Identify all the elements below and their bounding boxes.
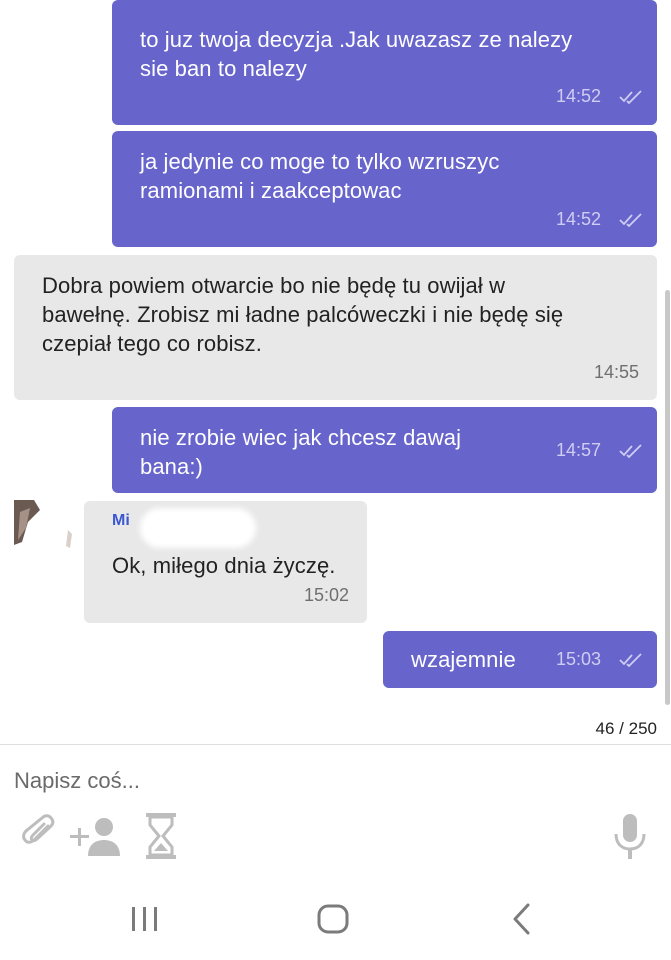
read-ticks-icon bbox=[619, 213, 642, 227]
message-bubble-incoming[interactable]: Dobra powiem otwarcie bo nie będę tu owi… bbox=[14, 255, 657, 400]
divider bbox=[0, 744, 671, 745]
recent-apps-icon[interactable] bbox=[131, 905, 159, 933]
hourglass-icon[interactable] bbox=[146, 813, 176, 859]
message-text: to juz twoja decyzja .Jak uwazasz ze nal… bbox=[140, 27, 573, 52]
avatar[interactable] bbox=[14, 500, 72, 560]
message-text: wzajemnie bbox=[411, 647, 516, 672]
message-text: sie ban to nalezy bbox=[140, 56, 307, 81]
message-text: Ok, miłego dnia życzę. bbox=[112, 553, 336, 578]
read-ticks-icon bbox=[619, 653, 642, 667]
scrollbar[interactable] bbox=[665, 290, 670, 705]
message-bubble-outgoing[interactable]: to juz twoja decyzja .Jak uwazasz ze nal… bbox=[112, 0, 657, 125]
message-text: ja jedynie co moge to tylko wzruszyc bbox=[140, 149, 500, 174]
read-ticks-icon bbox=[619, 444, 642, 458]
microphone-icon[interactable] bbox=[612, 814, 648, 860]
message-time: 15:02 bbox=[304, 585, 350, 605]
message-time: 14:52 bbox=[556, 86, 602, 106]
message-bubble-outgoing[interactable]: wzajemnie 15:03 bbox=[383, 631, 657, 688]
message-time: 14:55 bbox=[594, 362, 640, 382]
message-time: 14:57 bbox=[556, 440, 602, 460]
paperclip-icon[interactable] bbox=[20, 814, 58, 854]
home-icon[interactable] bbox=[317, 904, 349, 934]
character-counter: 46 / 250 bbox=[595, 719, 657, 738]
message-text: nie zrobie wiec jak chcesz dawaj bbox=[140, 425, 462, 450]
add-person-icon[interactable] bbox=[70, 816, 124, 856]
message-text: bana:) bbox=[140, 454, 203, 479]
sender-name: Mi bbox=[112, 512, 130, 529]
message-text: Dobra powiem otwarcie bo nie będę tu owi… bbox=[42, 273, 506, 298]
back-icon[interactable] bbox=[510, 903, 532, 935]
message-time: 14:52 bbox=[556, 209, 602, 229]
redaction-mark bbox=[140, 508, 256, 548]
chat-area: to juz twoja decyzja .Jak uwazasz ze nal… bbox=[0, 0, 671, 745]
message-text: czepiał tego co robisz. bbox=[42, 331, 262, 356]
message-bubble-outgoing[interactable]: ja jedynie co moge to tylko wzruszyc ram… bbox=[112, 131, 657, 247]
message-text: bawełnę. Zrobisz mi ładne palcóweczki i … bbox=[42, 302, 564, 327]
message-bubble-outgoing[interactable]: nie zrobie wiec jak chcesz dawaj bana:) … bbox=[112, 407, 657, 493]
message-input[interactable]: Napisz coś... bbox=[14, 768, 140, 794]
read-ticks-icon bbox=[619, 90, 642, 104]
message-time: 15:03 bbox=[556, 649, 602, 669]
message-text: ramionami i zaakceptowac bbox=[140, 178, 402, 203]
